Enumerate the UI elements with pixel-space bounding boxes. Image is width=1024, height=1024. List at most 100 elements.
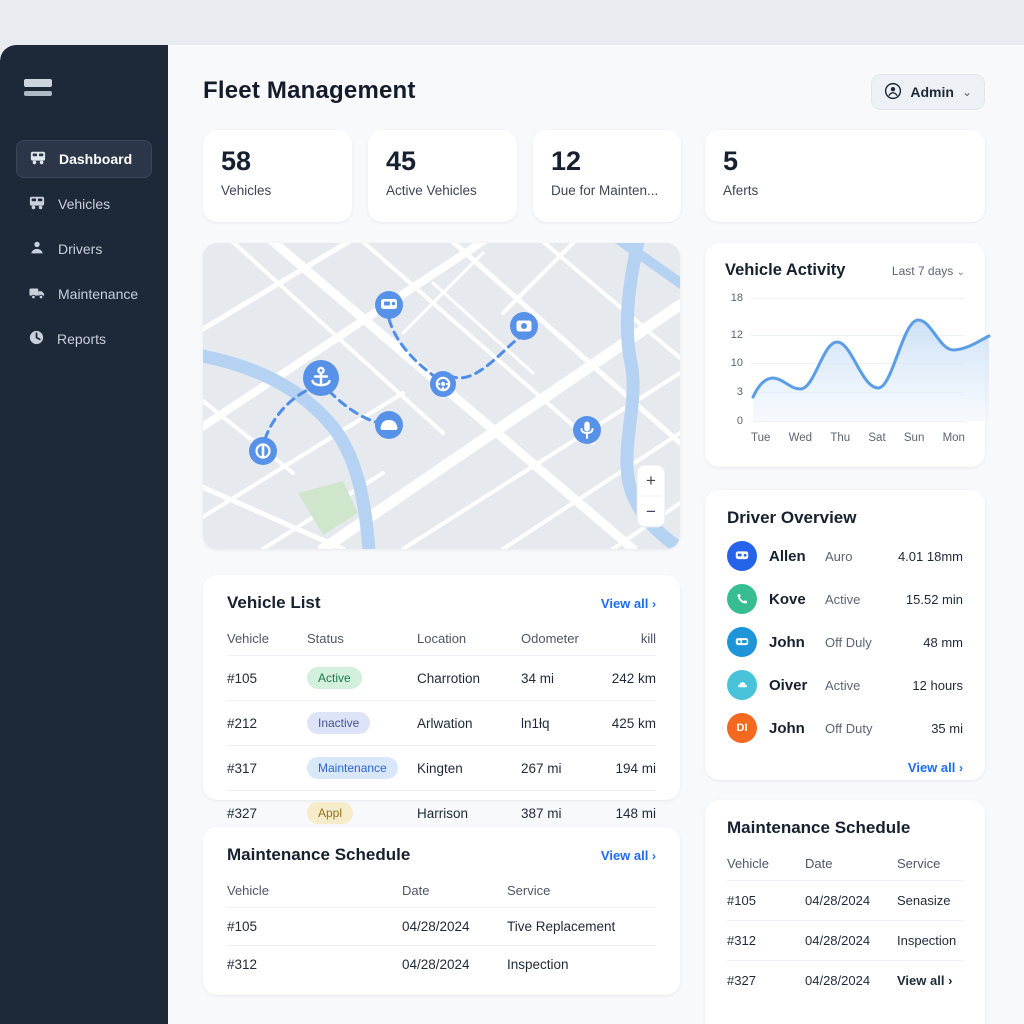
bus-icon <box>727 541 757 571</box>
map-zoom-out-button[interactable]: − <box>637 496 665 527</box>
vehicle-activity-chart: 18 12 10 3 0 <box>725 292 991 427</box>
driver-overview-view-all-link[interactable]: View all › <box>908 760 963 775</box>
driver-value: 15.52 min <box>905 591 963 607</box>
vehicle-list-view-all-link[interactable]: View all › <box>601 596 656 611</box>
driver-status: Active <box>825 677 861 693</box>
vehicle-activity-card: Vehicle Activity Last 7 days ⌄ 18 12 10 … <box>705 243 991 467</box>
chart-range-dropdown[interactable]: Last 7 days ⌄ <box>892 264 965 278</box>
driver-value: 4.01 18mm <box>897 548 963 564</box>
maintenance-schedule-title: Maintenance Schedule <box>227 845 411 864</box>
vehicle-marker-camera[interactable] <box>510 312 538 340</box>
driver-overview-title: Driver Overview <box>727 508 857 527</box>
table-row[interactable]: #312 04/28/2024 Inspection <box>227 945 656 983</box>
status-badge: Active <box>307 667 362 689</box>
phone-icon <box>727 584 757 614</box>
admin-menu-button[interactable]: Admin ⌄ <box>871 74 985 110</box>
maintenance-schedule-side-card: Maintenance Schedule Vehicle Date Servic… <box>705 800 985 1024</box>
sidebar-item-dashboard[interactable]: Dashboard <box>16 140 152 178</box>
driver-overview-card: Driver Overview Allen Auro 4.01 18mm Kov… <box>705 490 985 780</box>
stat-value: 12 <box>551 146 582 176</box>
list-item[interactable]: John Off Duly 48 mm <box>727 627 963 657</box>
stat-value: 58 <box>221 146 252 176</box>
page-title: Fleet Management <box>203 77 416 104</box>
column-header: Status <box>307 631 344 646</box>
column-header: Vehicle <box>227 883 269 898</box>
stat-card-due-maintenance: 12 Due for Mainten... <box>533 130 681 222</box>
sidebar-item-drivers[interactable]: Drivers <box>16 230 152 268</box>
stat-card-vehicles: 58 Vehicles <box>203 130 352 222</box>
clock-icon <box>28 329 45 349</box>
sidebar: Dashboard Vehicles Drivers Maintenance R… <box>0 45 168 1024</box>
driver-value: 48 mm <box>923 634 963 650</box>
list-item[interactable]: DI John Off Duty 35 mi <box>727 713 963 743</box>
table-row[interactable]: #105 Active Charrotion 34 mi 242 km <box>227 655 656 701</box>
maintenance-view-all-link[interactable]: View all › <box>601 848 656 863</box>
stat-value: 45 <box>386 146 417 176</box>
stat-card-alerts: 5 Aferts <box>705 130 985 222</box>
admin-label: Admin <box>910 84 954 100</box>
column-header: Service <box>507 883 551 898</box>
vehicle-marker-steering-wheel[interactable] <box>430 371 456 397</box>
fleet-map[interactable]: + − <box>203 243 680 549</box>
hat-icon <box>727 670 757 700</box>
driver-status: Off Duty <box>825 720 873 736</box>
table-row[interactable]: #105 04/28/2024 Tive Replacement <box>227 907 656 946</box>
column-header: Date <box>402 883 430 898</box>
list-item[interactable]: Oiver Active 12 hours <box>727 670 963 700</box>
x-tick: Mon <box>942 432 965 444</box>
maintenance-schedule-card: Maintenance Schedule View all › Vehicle … <box>203 827 680 995</box>
van-icon <box>727 627 757 657</box>
driver-name: John <box>769 633 805 651</box>
stat-label: Due for Mainten... <box>551 183 659 198</box>
stat-value: 5 <box>723 146 739 176</box>
driver-name: John <box>769 719 805 737</box>
table-row[interactable]: #327 04/28/2024 View all › <box>727 960 963 1000</box>
column-header: Date <box>805 856 833 871</box>
sidebar-item-label: Drivers <box>58 241 103 257</box>
table-row[interactable]: #312 04/28/2024 Inspection <box>727 920 963 961</box>
column-header: Vehicle <box>727 856 769 871</box>
driver-initials-avatar: DI <box>727 713 757 743</box>
driver-status: Auro <box>825 548 853 564</box>
x-tick: Tue <box>751 432 771 444</box>
driver-status: Active <box>825 591 861 607</box>
vehicle-list-table: Vehicle Status Location Odometer kill #1… <box>227 623 656 835</box>
truck-icon <box>28 285 46 304</box>
stat-label: Vehicles <box>221 183 272 198</box>
stat-label: Aferts <box>723 183 759 198</box>
vehicle-list-title: Vehicle List <box>227 593 321 612</box>
maintenance-side-view-all-link[interactable]: View all › <box>897 960 963 1000</box>
y-tick: 18 <box>730 292 743 304</box>
sidebar-item-label: Reports <box>57 331 107 347</box>
sidebar-item-vehicles[interactable]: Vehicles <box>16 185 152 223</box>
main-content: Fleet Management Admin ⌄ 58 Vehicles 45 … <box>168 45 1024 1024</box>
column-header: Location <box>417 631 467 646</box>
bus-icon <box>28 195 46 214</box>
sidebar-item-maintenance[interactable]: Maintenance <box>16 275 152 313</box>
table-row[interactable]: #317 Maintenance Kingten 267 mi 194 mi <box>227 745 656 791</box>
table-row[interactable]: #212 Inactive Arlwation ln1ƚq 425 km <box>227 700 656 746</box>
x-tick: Sat <box>868 432 886 444</box>
table-row[interactable]: #105 04/28/2024 Senasize <box>727 880 963 921</box>
x-tick: Sun <box>903 432 925 444</box>
vehicle-marker-pause-ring[interactable] <box>249 437 277 465</box>
chevron-right-icon: › <box>959 761 963 775</box>
driver-name: Oiver <box>769 676 808 694</box>
driver-value: 12 hours <box>912 677 963 693</box>
sidebar-item-reports[interactable]: Reports <box>16 320 152 358</box>
vehicle-marker-microphone[interactable] <box>573 416 601 444</box>
vehicle-marker-anchor[interactable] <box>303 360 339 396</box>
status-badge: Appl <box>307 802 354 824</box>
vehicle-marker-van[interactable] <box>375 291 403 319</box>
map-zoom-in-button[interactable]: + <box>637 465 665 496</box>
column-header: Service <box>897 856 941 871</box>
y-tick: 0 <box>736 415 743 427</box>
column-header: Odometer <box>521 631 579 646</box>
list-item[interactable]: Kove Active 15.52 min <box>727 584 963 614</box>
chevron-down-icon: ⌄ <box>961 85 972 99</box>
vehicle-marker-car[interactable] <box>375 411 403 439</box>
driver-name: Allen <box>769 547 806 565</box>
x-tick: Thu <box>830 432 851 444</box>
list-item[interactable]: Allen Auro 4.01 18mm <box>727 541 963 571</box>
maintenance-side-table: Vehicle Date Service #105 04/28/2024 Sen… <box>727 848 963 1000</box>
